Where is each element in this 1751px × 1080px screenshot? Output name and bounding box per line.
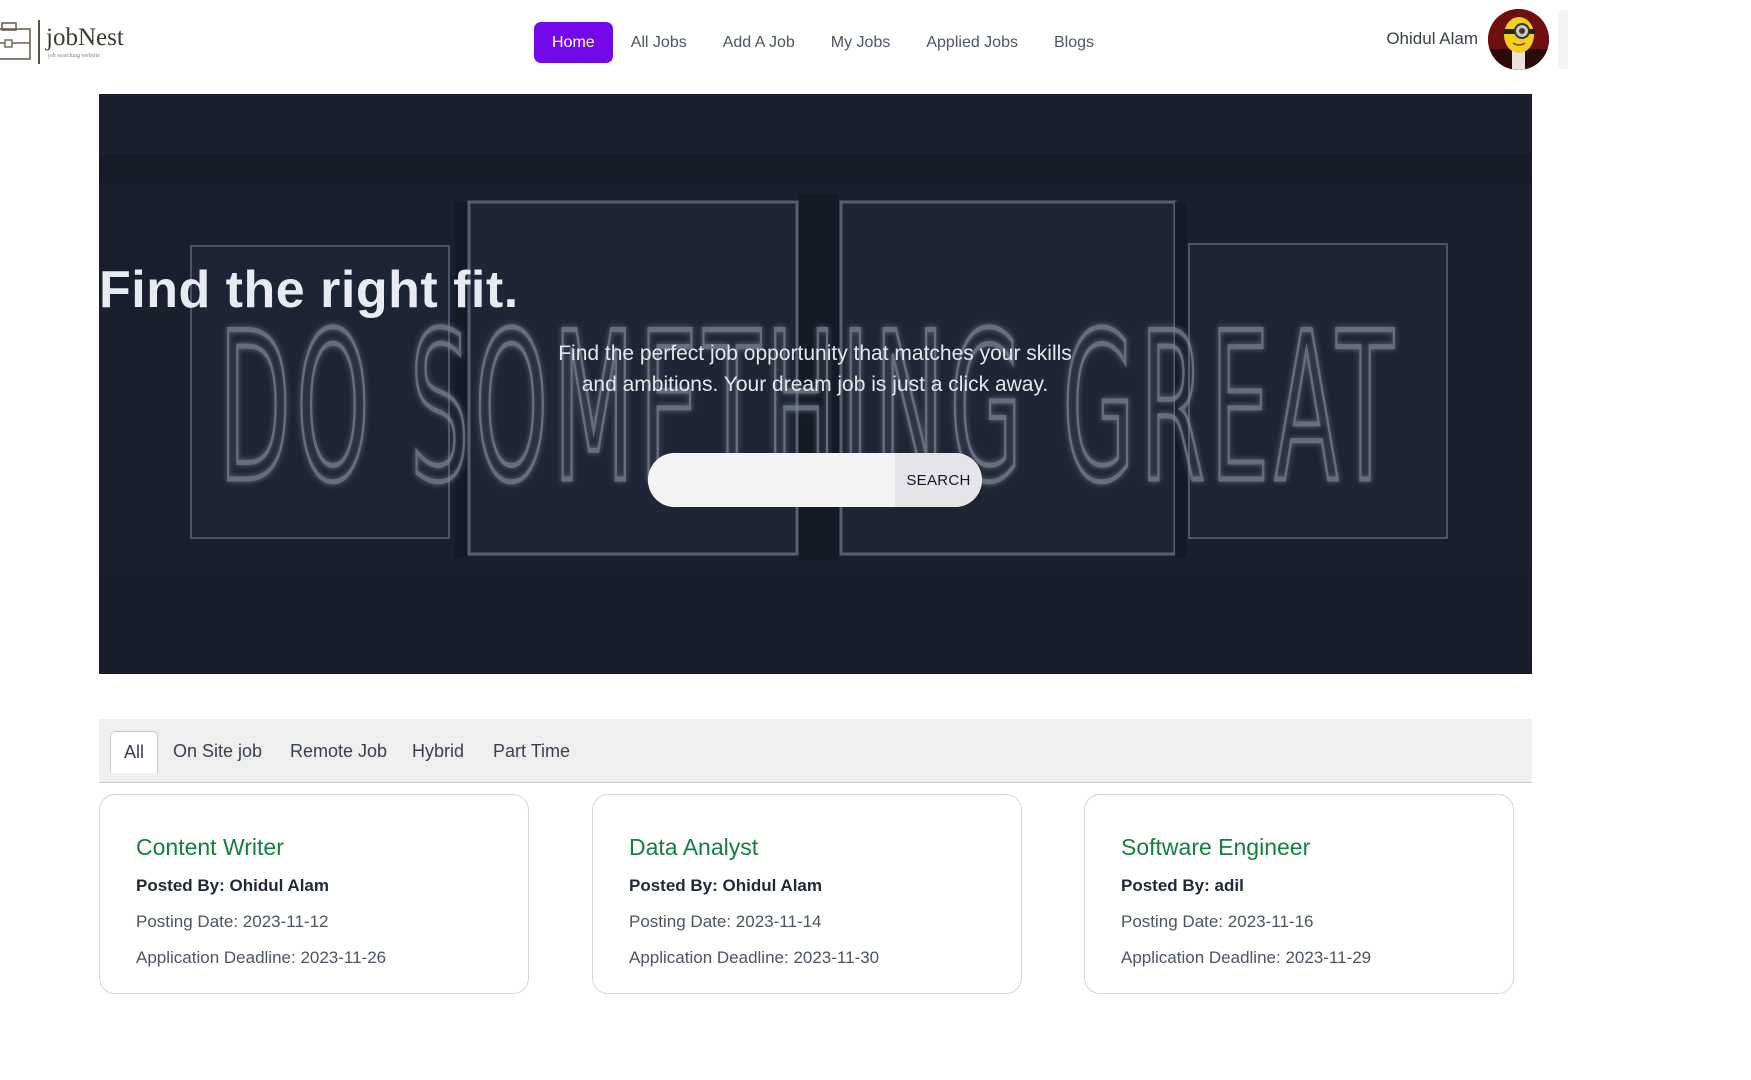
job-posted-by: Posted By: Ohidul Alam [629,876,823,895]
job-posting-date: Posting Date: 2023-11-14 [629,912,822,931]
job-deadline: Application Deadline: 2023-11-30 [629,948,880,967]
job-title[interactable]: Software Engineer [1121,834,1310,861]
main-nav: Home All Jobs Add A Job My Jobs Applied … [534,22,1112,63]
tab-remote-job[interactable]: Remote Job [277,731,400,772]
nav-link-home[interactable]: Home [534,22,613,63]
search-button[interactable]: SEARCH [895,453,982,507]
tab-on-site-job[interactable]: On Site job [160,731,275,772]
avatar[interactable] [1488,8,1549,70]
job-title[interactable]: Content Writer [136,834,284,861]
job-posting-date: Posting Date: 2023-11-16 [1121,912,1314,931]
tab-part-time[interactable]: Part Time [480,731,583,772]
user-menu: Ohidul Alam [1386,8,1568,70]
briefcase-icon [0,19,34,65]
brand-logo[interactable]: jobNest job searching website [0,18,124,66]
job-card[interactable]: Content Writer Posted By: Ohidul Alam Po… [99,794,529,994]
job-posted-by: Posted By: Ohidul Alam [136,876,330,895]
hero-title: Find the right fit. [99,261,519,319]
job-posting-date: Posting Date: 2023-11-12 [136,912,329,931]
logo-divider [38,20,40,64]
search-input[interactable] [648,453,895,507]
tab-all[interactable]: All [110,731,159,773]
search-bar: SEARCH [648,453,982,507]
job-title[interactable]: Data Analyst [629,834,758,861]
job-card[interactable]: Data Analyst Posted By: Ohidul Alam Post… [592,794,1022,994]
hero-banner: DO SOMETHING GREAT Find the right fit. F… [99,94,1532,674]
nav-link-add-a-job[interactable]: Add A Job [705,22,813,63]
nav-link-applied-jobs[interactable]: Applied Jobs [908,22,1036,63]
brand-tagline: job searching website [48,53,100,59]
job-posted-by: Posted By: adil [1121,876,1244,895]
brand-name: jobNest [46,24,124,51]
job-card[interactable]: Software Engineer Posted By: adil Postin… [1084,794,1514,994]
hero-subtitle: Find the perfect job opportunity that ma… [558,342,1072,396]
job-deadline: Application Deadline: 2023-11-26 [136,948,387,967]
nav-link-all-jobs[interactable]: All Jobs [613,22,705,63]
job-category-tabs: All On Site job Remote Job Hybrid Part T… [99,719,1532,783]
user-name: Ohidul Alam [1386,29,1478,48]
job-deadline: Application Deadline: 2023-11-29 [1121,948,1372,967]
nav-link-my-jobs[interactable]: My Jobs [813,22,909,63]
user-menu-edge [1558,8,1568,70]
logo-text: jobNest job searching website [46,24,124,60]
navbar: jobNest job searching website Home All J… [0,0,1568,88]
nav-link-blogs[interactable]: Blogs [1036,22,1112,63]
tab-hybrid[interactable]: Hybrid [399,731,477,772]
